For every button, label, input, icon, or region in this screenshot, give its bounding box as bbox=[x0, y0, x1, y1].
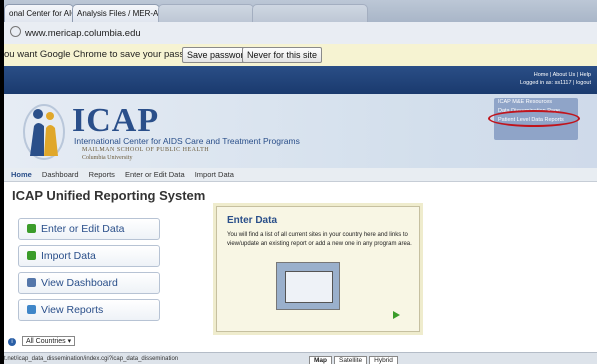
page-title: ICAP Unified Reporting System bbox=[12, 188, 206, 203]
tab-label: Analysis Files / MER-ALL W bbox=[77, 9, 159, 18]
status-bar: t.net/icap_data_dissemination/index.cgi?… bbox=[4, 352, 597, 364]
menu-import[interactable]: Import Data bbox=[195, 170, 234, 179]
info-icon[interactable]: i bbox=[8, 338, 16, 346]
import-icon bbox=[27, 251, 36, 260]
url-text: www.mericap.columbia.edu bbox=[25, 28, 141, 39]
menu-dashboard[interactable]: Dashboard bbox=[42, 170, 79, 179]
tab-analysis-files[interactable]: Analysis Files / MER-ALL W× bbox=[72, 4, 160, 23]
button-label: View Dashboard bbox=[41, 277, 118, 289]
brand-title: ICAP bbox=[72, 102, 160, 139]
side-links-panel: ICAP M&E Resources Data Dissemination Pa… bbox=[488, 98, 580, 140]
next-arrow-icon[interactable] bbox=[393, 311, 400, 319]
menu-enter-edit[interactable]: Enter or Edit Data bbox=[125, 170, 185, 179]
screenshot-thumbnail bbox=[276, 262, 340, 310]
enter-edit-data-button[interactable]: Enter or Edit Data bbox=[18, 218, 160, 240]
button-label: Enter or Edit Data bbox=[41, 223, 125, 235]
address-bar[interactable]: www.mericap.columbia.edu bbox=[4, 22, 597, 45]
logged-in-text: Logged in as: ss1117 | logout bbox=[520, 80, 591, 86]
tab-blurred[interactable] bbox=[158, 4, 254, 23]
browser-window: onal Center for AIC× Analysis Files / ME… bbox=[4, 0, 597, 364]
report-icon bbox=[27, 305, 36, 314]
enter-data-heading: Enter Data bbox=[227, 215, 278, 226]
tab-label: onal Center for AIC bbox=[9, 9, 74, 18]
infobar-message: ou want Google Chrome to save your passw… bbox=[4, 49, 210, 60]
tab-blurred-2[interactable] bbox=[252, 4, 368, 23]
enter-data-panel: Enter Data You will find a list of all c… bbox=[216, 206, 420, 332]
university-name: Columbia University bbox=[82, 155, 133, 161]
dashboard-icon bbox=[27, 278, 36, 287]
url-field[interactable]: www.mericap.columbia.edu bbox=[10, 26, 141, 39]
site-banner: ICAP International Center for AIDS Care … bbox=[4, 94, 597, 168]
satellite-button[interactable]: Satellite bbox=[334, 356, 368, 364]
save-password-infobar: ou want Google Chrome to save your passw… bbox=[4, 44, 597, 67]
tab-strip: onal Center for AIC× Analysis Files / ME… bbox=[4, 0, 597, 23]
view-dashboard-button[interactable]: View Dashboard bbox=[18, 272, 160, 294]
enter-data-description: You will find a list of all current site… bbox=[227, 232, 412, 247]
map-type-buttons: Map Satellite Hybrid bbox=[309, 356, 400, 364]
menu-reports[interactable]: Reports bbox=[89, 170, 115, 179]
brand-subtitle: International Center for AIDS Care and T… bbox=[74, 136, 300, 146]
country-select-value: All Countries bbox=[25, 338, 66, 345]
button-label: View Reports bbox=[41, 304, 104, 316]
main-menu: Home Dashboard Reports Enter or Edit Dat… bbox=[4, 168, 597, 182]
country-select[interactable]: All Countries ▾ bbox=[21, 336, 76, 346]
school-name: MAILMAN SCHOOL OF PUBLIC HEALTH bbox=[82, 147, 210, 153]
menu-home[interactable]: Home bbox=[11, 170, 32, 179]
top-links[interactable]: Home | About Us | Help bbox=[520, 71, 591, 79]
tab-icap[interactable]: onal Center for AIC× bbox=[4, 4, 74, 23]
button-label: Import Data bbox=[41, 250, 96, 262]
view-reports-button[interactable]: View Reports bbox=[18, 299, 160, 321]
hybrid-button[interactable]: Hybrid bbox=[369, 356, 398, 364]
icap-logo-icon bbox=[23, 104, 65, 160]
globe-icon bbox=[10, 26, 21, 37]
map-button[interactable]: Map bbox=[309, 356, 332, 364]
site-top-bar: Home | About Us | Help Logged in as: ss1… bbox=[4, 66, 597, 94]
red-highlight-circle bbox=[488, 110, 580, 127]
import-data-button[interactable]: Import Data bbox=[18, 245, 160, 267]
never-save-button[interactable]: Never for this site bbox=[242, 47, 323, 63]
pencil-icon bbox=[27, 224, 36, 233]
side-link-me-resources[interactable]: ICAP M&E Resources bbox=[494, 98, 578, 107]
country-filter: i All Countries ▾ bbox=[8, 336, 76, 346]
